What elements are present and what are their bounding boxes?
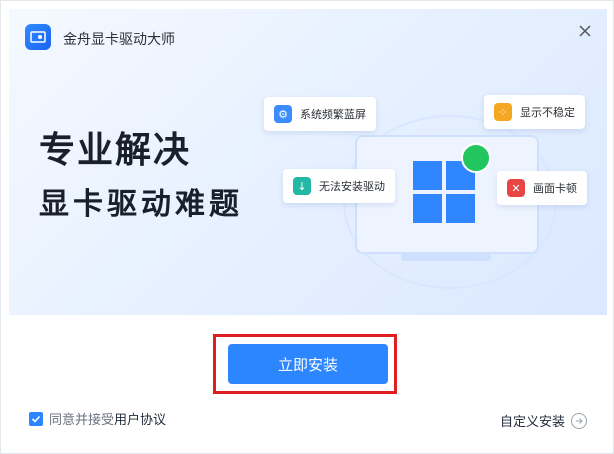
close-icon[interactable]: [575, 21, 595, 41]
card-lag: ✕ 画面卡顿: [497, 171, 587, 205]
gear-screen-icon: ⚙: [274, 105, 292, 123]
windows-logo-icon: [413, 161, 475, 223]
loading-dots-icon: ⁘: [494, 103, 512, 121]
custom-install-link[interactable]: 自定义安装: [500, 411, 587, 430]
install-button[interactable]: 立即安装: [228, 344, 388, 384]
card-label: 系统频繁蓝屏: [300, 108, 366, 121]
card-label: 显示不稳定: [520, 106, 575, 119]
card-driver-install: ↓ 无法安装驱动: [283, 169, 395, 203]
agreement-row: 同意并接受 用户协议: [29, 409, 166, 428]
app-title: 金舟显卡驱动大师: [63, 32, 175, 48]
installer-window: 金舟显卡驱动大师 专业解决 显卡驱动难题 ⚙ 系统频繁蓝屏 ⁘ 显示不稳定 ↓ …: [0, 0, 614, 454]
headline-line2: 显卡驱动难题: [39, 187, 243, 222]
download-icon: ↓: [293, 177, 311, 195]
arrow-right-icon: [571, 412, 587, 429]
error-monitor-icon: ✕: [507, 179, 525, 197]
card-label: 画面卡顿: [533, 182, 577, 195]
agreement-prefix: 同意并接受: [49, 413, 115, 428]
agree-checkbox[interactable]: [29, 411, 43, 426]
custom-install-label: 自定义安装: [499, 415, 565, 430]
user-agreement-link[interactable]: 用户协议: [114, 409, 166, 428]
headline: 专业解决 显卡驱动难题: [39, 130, 239, 223]
headline-line1: 专业解决: [39, 130, 192, 171]
monitor-stand: [401, 253, 491, 261]
refresh-icon: [461, 143, 491, 173]
card-label: 无法安装驱动: [319, 180, 385, 193]
card-bluescreen: ⚙ 系统频繁蓝屏: [264, 97, 376, 131]
card-unstable: ⁘ 显示不稳定: [484, 95, 585, 129]
app-logo-icon: [25, 24, 51, 50]
